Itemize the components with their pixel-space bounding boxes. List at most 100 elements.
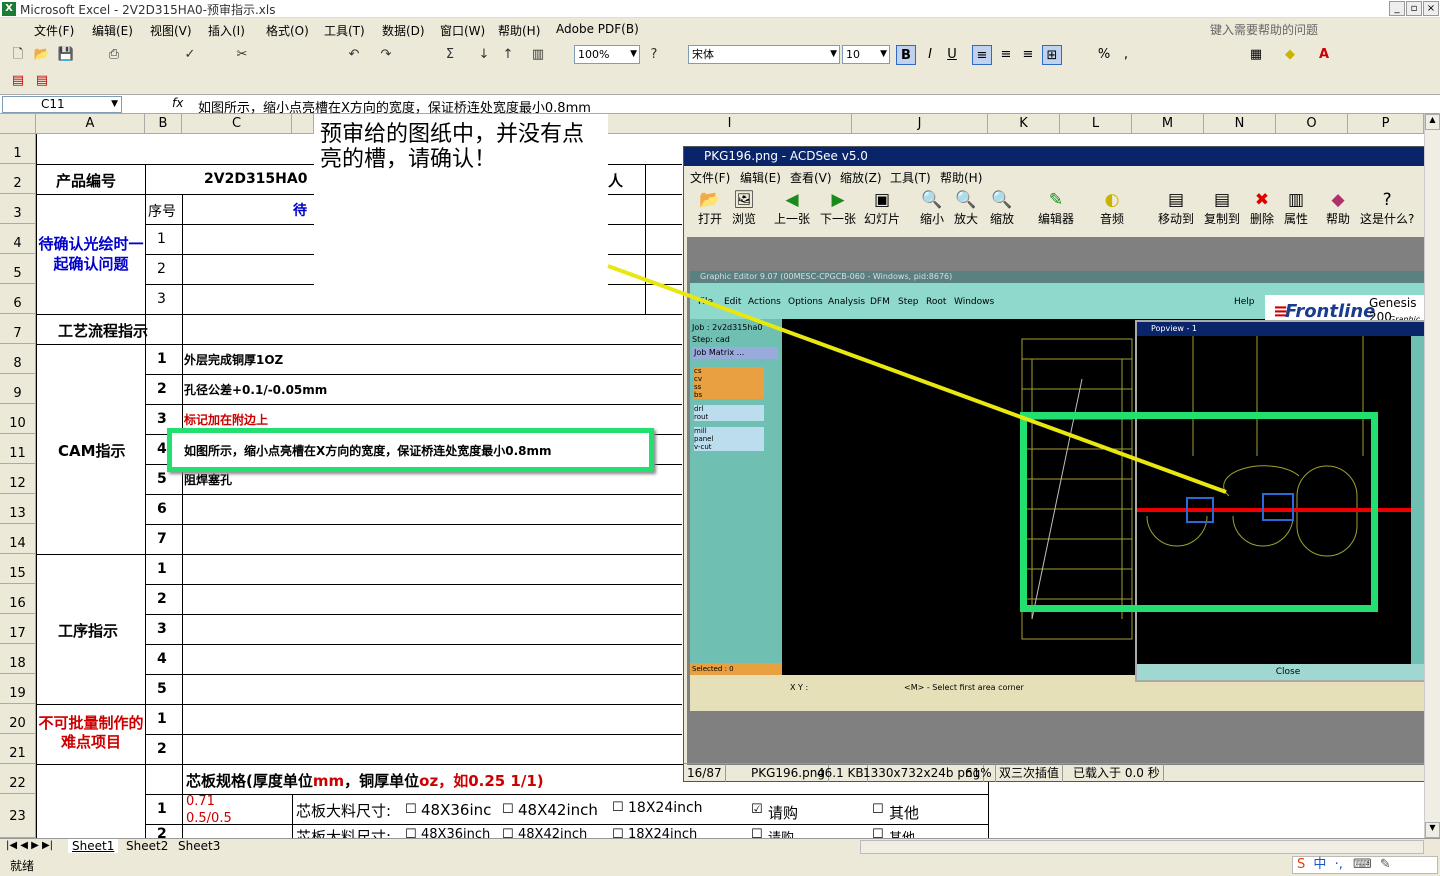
menu-adobe-pdf[interactable]: Adobe PDF(B) <box>556 22 639 36</box>
seq-cell[interactable]: 4 <box>157 441 167 457</box>
sort-asc-icon[interactable]: ↓ <box>474 45 494 65</box>
acd-menu-view[interactable]: 查看(V) <box>790 169 832 186</box>
row-header[interactable]: 4 <box>0 224 36 254</box>
row-header[interactable]: 3 <box>0 194 36 224</box>
font-select[interactable]: 宋体 ▼ <box>688 45 840 64</box>
scroll-down-icon[interactable]: ▼ <box>1425 822 1440 838</box>
cam-item-5[interactable]: 阻焊塞孔 <box>184 471 232 488</box>
acd-zoom-in-button[interactable]: 🔍 放大 <box>954 190 978 227</box>
seq-cell[interactable]: 1 <box>157 231 166 247</box>
proc-label[interactable]: 工序指示 <box>58 620 118 641</box>
name-box[interactable]: C11 ▼ <box>2 96 122 113</box>
hard-items-label[interactable]: 不可批量制作的难点项目 <box>38 714 144 752</box>
row-header[interactable]: 17 <box>0 614 36 644</box>
restore-button[interactable]: ▫ <box>1406 1 1422 16</box>
cam-item-1[interactable]: 外层完成铜厚1OZ <box>184 351 283 368</box>
comma-icon[interactable]: , <box>1116 45 1136 65</box>
row-header[interactable]: 19 <box>0 674 36 704</box>
menu-format[interactable]: 格式(O) <box>266 22 309 39</box>
checkbox-row24-buy[interactable]: ☐ <box>751 827 763 838</box>
acd-zoom-out-button[interactable]: 🔍 缩小 <box>920 190 944 227</box>
row-header[interactable]: 15 <box>0 554 36 584</box>
checkbox-48x36[interactable]: ☐ <box>405 802 417 817</box>
acd-menu-help[interactable]: 帮助(H) <box>940 169 982 186</box>
percent-icon[interactable]: % <box>1094 45 1114 65</box>
row-header[interactable]: 10 <box>0 404 36 434</box>
column-header[interactable]: P <box>1348 114 1424 134</box>
ime-toolbar[interactable]: S 中 ·, ⌨ ✎ <box>1292 856 1438 874</box>
sort-desc-icon[interactable]: ↑ <box>498 45 518 65</box>
select-all-corner[interactable] <box>0 114 36 134</box>
row-header[interactable]: 2 <box>0 164 36 194</box>
cam-label[interactable]: CAM指示 <box>58 440 126 461</box>
checkbox-row24-48x36[interactable]: ☐ <box>405 827 417 838</box>
row-header[interactable]: 9 <box>0 374 36 404</box>
acd-properties-button[interactable]: ▥ 属性 <box>1284 190 1308 227</box>
ime-punct-icon[interactable]: ·, <box>1335 857 1343 872</box>
cam-item-2[interactable]: 孔径公差+0.1/-0.05mm <box>184 381 327 398</box>
ime-mode[interactable]: 中 <box>1313 857 1326 872</box>
seq-cell[interactable]: 2 <box>157 381 167 397</box>
acd-zoom-button[interactable]: 🔍 缩放 <box>990 190 1014 227</box>
tab-sheet3[interactable]: Sheet3 <box>174 839 224 853</box>
seq-cell[interactable]: 3 <box>157 291 166 307</box>
menu-insert[interactable]: 插入(I) <box>208 22 245 39</box>
minimize-button[interactable]: _ <box>1389 1 1405 16</box>
acd-whatsthis-button[interactable]: ? 这是什么? <box>1360 190 1414 227</box>
seq-cell[interactable]: 7 <box>157 531 167 547</box>
row-header[interactable]: 14 <box>0 524 36 554</box>
acd-browse-button[interactable]: 🖼 浏览 <box>732 190 756 227</box>
sogou-icon[interactable]: S <box>1297 857 1305 872</box>
spellcheck-icon[interactable]: ✓ <box>180 45 200 65</box>
cut-icon[interactable]: ✂ <box>232 45 252 65</box>
confirm-header[interactable]: 待 <box>293 200 307 220</box>
menu-edit[interactable]: 编辑(E) <box>92 22 133 39</box>
column-header[interactable]: M <box>1132 114 1204 134</box>
seq-cell[interactable]: 1 <box>157 351 167 367</box>
row-header[interactable]: 6 <box>0 284 36 314</box>
acd-copy-button[interactable]: ▤ 复制到 <box>1204 190 1240 227</box>
seq-cell[interactable]: 6 <box>157 501 167 517</box>
product-label[interactable]: 产品编号 <box>56 170 116 191</box>
column-header[interactable]: A <box>36 114 145 134</box>
confirm-section-label[interactable]: 待确认光绘时一起确认问题 <box>38 234 144 274</box>
cam-item-3[interactable]: 标记加在附边上 <box>184 411 268 428</box>
scroll-up-icon[interactable]: ▲ <box>1425 114 1440 130</box>
column-header[interactable]: L <box>1060 114 1132 134</box>
seq-cell[interactable]: 4 <box>157 651 167 667</box>
seq-cell[interactable]: 2 <box>157 591 167 607</box>
checkbox-18x24[interactable]: ☐ <box>612 800 624 815</box>
seq-cell[interactable]: 2 <box>157 741 167 757</box>
column-header[interactable]: I <box>608 114 852 134</box>
row-header[interactable]: 13 <box>0 494 36 524</box>
align-right-icon[interactable]: ≡ <box>1018 45 1038 65</box>
checkbox-buy-checked[interactable]: ☑ <box>751 802 763 817</box>
menu-tools[interactable]: 工具(T) <box>324 22 365 39</box>
borders-icon[interactable]: ▦ <box>1246 45 1266 65</box>
row-header[interactable]: 7 <box>0 314 36 344</box>
underline-button[interactable]: U <box>942 45 962 65</box>
seq-cell[interactable]: 1 <box>157 801 167 817</box>
acd-open-button[interactable]: 📂 打开 <box>698 190 722 227</box>
product-value[interactable]: 2V2D315HA0 <box>204 171 307 187</box>
close-button[interactable]: × <box>1423 1 1439 16</box>
align-left-icon[interactable]: ≡ <box>972 45 992 65</box>
font-size-select[interactable]: 10 ▼ <box>842 45 890 64</box>
core-size-label-row24[interactable]: 芯板大料尺寸: <box>296 826 391 838</box>
acd-delete-button[interactable]: ✖ 删除 <box>1250 190 1274 227</box>
acd-menu-file[interactable]: 文件(F) <box>690 169 730 186</box>
pdf-convert-icon[interactable]: ▤ <box>8 71 28 91</box>
menu-help[interactable]: 帮助(H) <box>498 22 540 39</box>
help-icon[interactable]: ? <box>644 45 664 65</box>
row-header[interactable]: 12 <box>0 464 36 494</box>
process-title[interactable]: 工艺流程指示 <box>58 320 148 341</box>
ime-settings-icon[interactable]: ✎ <box>1380 857 1391 872</box>
checkbox-48x42[interactable]: ☐ <box>502 802 514 817</box>
column-header[interactable]: B <box>145 114 182 134</box>
seq-cell[interactable]: 5 <box>157 471 167 487</box>
zoom-select[interactable]: 100% ▼ <box>574 45 640 64</box>
checkbox-row24-other[interactable]: ☐ <box>872 827 884 838</box>
checkbox-other[interactable]: ☐ <box>872 802 884 817</box>
seq-cell[interactable]: 3 <box>157 621 167 637</box>
menu-window[interactable]: 窗口(W) <box>440 22 485 39</box>
